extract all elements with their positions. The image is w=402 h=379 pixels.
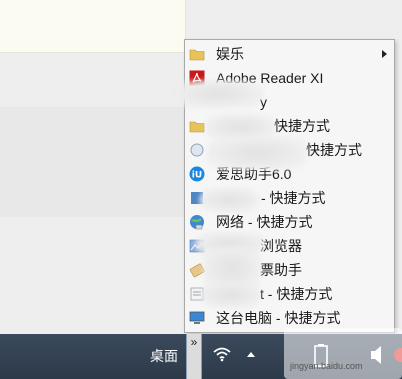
folder-icon: [189, 49, 205, 61]
menu-item-label: 娱乐: [216, 46, 244, 62]
menu-item-label: - 快捷方式: [261, 190, 326, 206]
menu-item-network[interactable]: 网络 - 快捷方式: [185, 210, 394, 234]
app-icon: [190, 143, 204, 157]
wifi-icon[interactable]: [212, 346, 232, 362]
blurred-region: [173, 80, 263, 108]
toolbar-overflow-button[interactable]: »: [186, 334, 202, 379]
menu-item-this-pc[interactable]: 这台电脑 - 快捷方式: [185, 306, 394, 330]
blurred-region: [199, 188, 259, 212]
background-window: [0, 0, 186, 53]
svg-text:iU: iU: [192, 171, 202, 181]
i4-icon: iU: [189, 166, 205, 182]
desktop-toolbar-menu: 娱乐 Adobe Reader XI y 快捷方式 快捷方式 iU 爱思助手6.…: [173, 39, 395, 333]
menu-item-label: 快捷方式: [306, 142, 362, 158]
menu-item-label: 网络 - 快捷方式: [216, 214, 313, 230]
watermark-text: jingyan.baidu.com: [290, 361, 363, 371]
menu-item-label: 快捷方式: [274, 118, 330, 134]
menu-item-label: 票助手: [260, 262, 302, 278]
watermark-overlay: [284, 328, 402, 379]
desktop-toolbar-label[interactable]: 桌面: [150, 342, 178, 370]
up-arrow-icon[interactable]: [246, 350, 256, 358]
blurred-region: [201, 282, 261, 308]
chevron-icon: »: [190, 335, 198, 349]
folder-icon: [189, 121, 205, 133]
menu-item-entertainment[interactable]: 娱乐: [185, 42, 394, 66]
menu-item-label: 这台电脑 - 快捷方式: [216, 310, 341, 326]
network-icon: [190, 215, 204, 230]
menu-item-label: 浏览器: [260, 238, 302, 254]
submenu-arrow-icon: [382, 50, 387, 58]
blurred-region: [207, 136, 307, 170]
computer-icon: [189, 311, 205, 324]
background-area: [0, 107, 185, 217]
menu-item-label: t - 快捷方式: [260, 286, 333, 302]
